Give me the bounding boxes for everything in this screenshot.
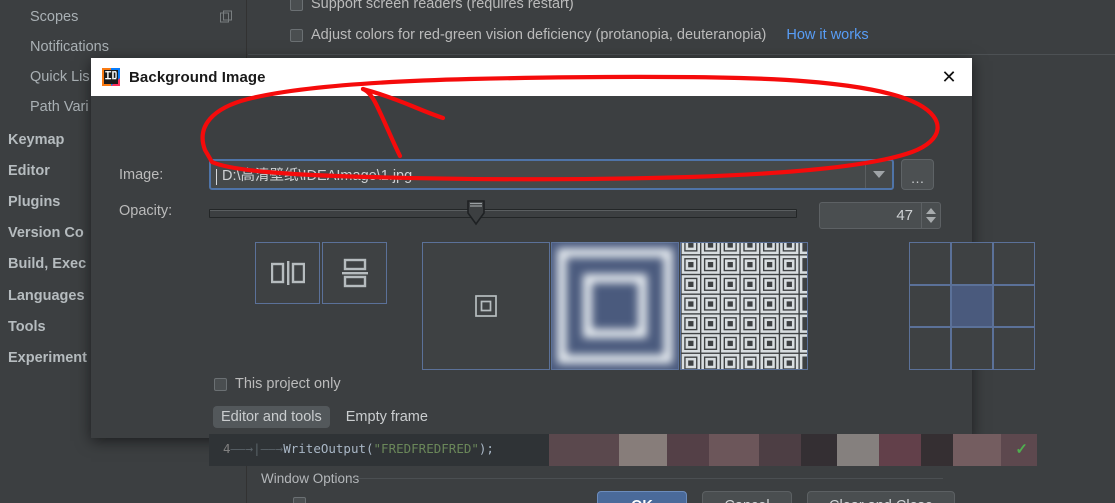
sidebar-item-label: Plugins (8, 194, 61, 210)
anchor-cell-bottom-center[interactable] (951, 327, 993, 370)
sidebar-item-label: Path Vari (30, 99, 89, 115)
fill-scale-tile[interactable] (551, 242, 679, 370)
chevron-down-icon[interactable] (865, 161, 892, 188)
copy-icon[interactable] (220, 10, 233, 24)
opacity-spinner[interactable]: 47 (819, 202, 941, 229)
sidebar-item-scopes[interactable]: Scopes (0, 4, 247, 30)
sidebar-item-label: Scopes (30, 9, 79, 25)
opacity-value[interactable]: 47 (820, 207, 921, 224)
preview-target-tabs: Editor and tools Empty frame (213, 406, 436, 428)
line-number: 4 (223, 441, 231, 456)
center-icon (475, 295, 497, 317)
screen-readers-checkbox[interactable] (290, 0, 303, 11)
code-preview-line: 4——→|——→WriteOutput("FREDFREDFRED"); (223, 441, 494, 456)
background-image-preview (549, 434, 1037, 466)
sidebar-item-label: Languages (8, 288, 85, 304)
sidebar-item-label: Editor (8, 163, 50, 179)
window-options-rule (353, 478, 943, 479)
mirror-vertical-tile[interactable] (322, 242, 387, 304)
mirror-horizontal-icon (270, 261, 305, 285)
image-label: Image: (119, 167, 164, 183)
sidebar-item-notifications[interactable]: Notifications (0, 34, 247, 60)
spinner-buttons[interactable] (921, 203, 940, 228)
ok-button[interactable]: OK (597, 491, 687, 503)
tab-empty-frame[interactable]: Empty frame (338, 406, 436, 428)
screen-readers-label: Support screen readers (requires restart… (311, 0, 574, 12)
this-project-only-label: This project only (235, 376, 341, 392)
settings-window: Scopes Notifications Quick Lis Path Vari… (0, 0, 1115, 503)
indent-guides: ——→|——→ (230, 441, 284, 456)
code-tail: ); (478, 441, 494, 456)
anchor-cell-top-center[interactable] (951, 242, 993, 285)
clear-and-close-button[interactable]: Clear and Close (807, 491, 955, 503)
image-path-input[interactable]: D:\高清壁纸\IDEAImage\1.jpg (211, 164, 865, 185)
fill-center-tile[interactable] (422, 242, 550, 370)
spinner-down-icon[interactable] (926, 217, 936, 224)
code-preview-strip: 4——→|——→WriteOutput("FREDFREDFRED"); ✓ (209, 434, 1037, 466)
sidebar-item-label: Quick Lis (30, 69, 90, 85)
sidebar-item-label: Keymap (8, 132, 65, 148)
close-icon[interactable]: ✕ (926, 58, 972, 96)
anchor-cell-bottom-left[interactable] (909, 327, 951, 370)
cancel-button[interactable]: Cancel (702, 491, 792, 503)
dialog-titlebar: Background Image ✕ (91, 58, 972, 96)
this-project-only-checkbox[interactable] (214, 377, 227, 391)
code-string: "FREDFREDFRED" (373, 441, 479, 456)
color-deficiency-label: Adjust colors for red-green vision defic… (311, 27, 767, 43)
opacity-slider-track[interactable] (209, 209, 797, 218)
sidebar-item-label: Build, Exec (8, 256, 87, 272)
anchor-cell-middle-left[interactable] (909, 284, 951, 328)
tab-editor-and-tools[interactable]: Editor and tools (213, 406, 330, 428)
anchor-cell-middle-right[interactable] (993, 284, 1035, 328)
anchor-cell-middle-center[interactable] (951, 284, 993, 328)
image-path-combobox[interactable]: D:\高清壁纸\IDEAImage\1.jpg (209, 159, 894, 190)
browse-file-button[interactable]: … (901, 159, 934, 190)
accessibility-divider (248, 54, 1115, 55)
window-option-checkbox-1[interactable] (293, 497, 306, 503)
screen-readers-row[interactable]: Support screen readers (requires restart… (290, 0, 574, 12)
window-options-title: Window Options (261, 471, 360, 486)
how-it-works-link[interactable]: How it works (786, 27, 868, 43)
anchor-cell-bottom-right[interactable] (993, 327, 1035, 370)
color-deficiency-row[interactable]: Adjust colors for red-green vision defic… (290, 27, 869, 43)
fill-tile-tile[interactable] (680, 242, 808, 370)
sidebar-item-label: Notifications (30, 39, 109, 55)
anchor-cell-top-left[interactable] (909, 242, 951, 285)
code-function: WriteOutput( (283, 441, 374, 456)
opacity-label: Opacity: (119, 203, 173, 219)
opacity-slider-thumb[interactable] (465, 200, 487, 226)
dialog-title: Background Image (129, 68, 266, 86)
mirror-vertical-icon (341, 258, 368, 288)
sidebar-item-label: Experiment (8, 350, 87, 366)
this-project-only-row[interactable]: This project only (214, 376, 341, 392)
spinner-up-icon[interactable] (926, 207, 936, 214)
anchor-cell-top-right[interactable] (993, 242, 1035, 285)
text-caret (216, 169, 217, 185)
scale-icon (557, 248, 673, 364)
sidebar-item-label: Version Co (8, 225, 84, 241)
anchor-position-grid[interactable] (909, 242, 1035, 370)
image-path-value: D:\高清壁纸\IDEAImage\1.jpg (222, 168, 413, 184)
background-image-dialog: Background Image ✕ Image: D:\高清壁纸\IDEAIm… (91, 58, 1037, 503)
sidebar-item-label: Tools (8, 319, 46, 335)
mirror-horizontal-tile[interactable] (255, 242, 320, 304)
dialog-body: Image: D:\高清壁纸\IDEAImage\1.jpg … Opacity… (91, 96, 1037, 503)
color-deficiency-checkbox[interactable] (290, 28, 303, 42)
intellij-idea-icon (102, 68, 120, 86)
checkmark-ok-icon: ✓ (1015, 441, 1028, 458)
tile-icon (681, 243, 807, 369)
